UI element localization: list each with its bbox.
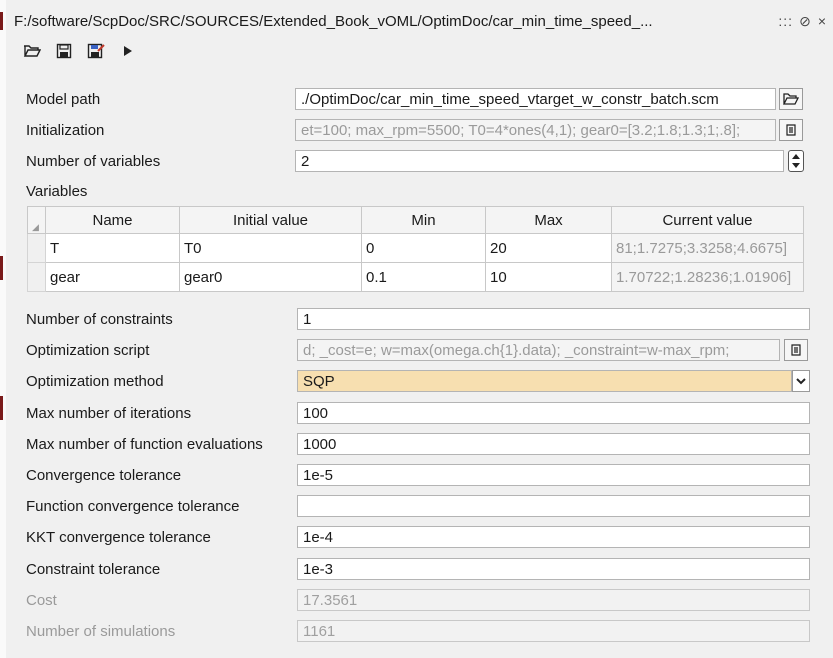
cell-initial-value[interactable]: gear0 — [179, 262, 362, 292]
close-icon[interactable]: × — [818, 13, 827, 29]
cell-current-value: 81;1.7275;3.3258;4.6675] — [611, 233, 804, 263]
browse-folder-button[interactable] — [779, 88, 803, 110]
max-fev-field[interactable]: 1000 — [297, 433, 810, 455]
model-path-field[interactable]: ./OptimDoc/car_min_time_speed_vtarget_w_… — [295, 88, 776, 110]
kkt-tol-field[interactable]: 1e-4 — [297, 526, 810, 548]
num-constraints-row: Number of constraints 1 — [22, 308, 811, 332]
constr-tol-field[interactable]: 1e-3 — [297, 558, 810, 580]
fconv-tol-field[interactable] — [297, 495, 810, 517]
left-marker — [0, 396, 3, 420]
cell-name[interactable]: T — [45, 233, 180, 263]
spin-up-icon[interactable] — [792, 154, 800, 159]
cost-row: Cost 17.3561 — [22, 589, 811, 613]
num-constraints-label: Number of constraints — [26, 311, 173, 328]
num-sims-row: Number of simulations 1161 — [22, 620, 811, 644]
table-row: gear gear0 0.1 10 1.70722;1.28236;1.0190… — [27, 262, 804, 292]
model-path-row: Model path ./OptimDoc/car_min_time_speed… — [22, 88, 811, 112]
cell-current-value: 1.70722;1.28236;1.01906] — [611, 262, 804, 292]
cell-initial-value[interactable]: T0 — [179, 233, 362, 263]
row-header[interactable] — [27, 233, 46, 263]
initialization-field[interactable]: et=100; max_rpm=5500; T0=4*ones(4,1); ge… — [295, 119, 776, 141]
help-icon[interactable]: ⊘ — [799, 13, 812, 30]
table-header-row: ◢ Name Initial value Min Max Current val… — [27, 206, 804, 234]
max-iter-field[interactable]: 100 — [297, 402, 810, 424]
opt-script-field[interactable]: d; _cost=e; w=max(omega.ch{1}.data); _co… — [297, 339, 780, 361]
folder-open-icon — [783, 93, 799, 105]
constr-tol-label: Constraint tolerance — [26, 561, 161, 578]
cell-min[interactable]: 0.1 — [361, 262, 486, 292]
column-header-initial-value[interactable]: Initial value — [179, 206, 362, 234]
drag-handle-icon[interactable]: ::: — [778, 13, 793, 29]
initialization-row: Initialization et=100; max_rpm=5500; T0=… — [22, 119, 811, 143]
max-fev-label: Max number of function evaluations — [26, 436, 263, 453]
column-header-name[interactable]: Name — [45, 206, 180, 234]
fconv-tol-label: Function convergence tolerance — [26, 498, 240, 515]
variables-row: Variables — [22, 180, 811, 204]
num-variables-spinner[interactable] — [788, 150, 804, 172]
conv-tol-field[interactable]: 1e-5 — [297, 464, 810, 486]
left-edge — [0, 0, 6, 658]
opt-method-row: Optimization method SQP — [22, 370, 811, 394]
edit-initialization-button[interactable] — [779, 119, 803, 141]
constr-tol-row: Constraint tolerance 1e-3 — [22, 558, 811, 582]
max-iter-label: Max number of iterations — [26, 405, 192, 422]
max-iter-row: Max number of iterations 100 — [22, 402, 811, 426]
table-row: T T0 0 20 81;1.7275;3.3258;4.6675] — [27, 233, 804, 263]
num-sims-field: 1161 — [297, 620, 810, 642]
window-title: F:/software/ScpDoc/SRC/SOURCES/Extended_… — [14, 12, 653, 30]
kkt-tol-label: KKT convergence tolerance — [26, 529, 211, 546]
opt-method-select[interactable]: SQP — [297, 370, 792, 392]
column-header-min[interactable]: Min — [361, 206, 486, 234]
kkt-tol-row: KKT convergence tolerance 1e-4 — [22, 526, 811, 550]
opt-script-label: Optimization script — [26, 342, 150, 359]
left-marker — [0, 256, 3, 280]
opt-script-row: Optimization script d; _cost=e; w=max(om… — [22, 339, 811, 363]
edit-script-button[interactable] — [784, 339, 808, 361]
column-header-current-value[interactable]: Current value — [611, 206, 804, 234]
left-marker — [0, 12, 3, 30]
title-bar: F:/software/ScpDoc/SRC/SOURCES/Extended_… — [14, 6, 827, 36]
cell-min[interactable]: 0 — [361, 233, 486, 263]
cell-max[interactable]: 10 — [485, 262, 612, 292]
spin-down-icon[interactable] — [792, 163, 800, 168]
fconv-tol-row: Function convergence tolerance — [22, 495, 811, 519]
cell-max[interactable]: 20 — [485, 233, 612, 263]
num-constraints-field[interactable]: 1 — [297, 308, 810, 330]
opt-method-label: Optimization method — [26, 373, 164, 390]
variables-label: Variables — [26, 183, 88, 200]
conv-tol-row: Convergence tolerance 1e-5 — [22, 464, 811, 488]
num-variables-field[interactable]: 2 — [295, 150, 784, 172]
num-sims-label: Number of simulations — [26, 623, 176, 640]
chevron-down-icon[interactable] — [792, 370, 810, 392]
script-icon — [786, 124, 796, 136]
cost-field: 17.3561 — [297, 589, 810, 611]
run-icon[interactable] — [118, 41, 138, 61]
column-header-max[interactable]: Max — [485, 206, 612, 234]
model-path-label: Model path — [26, 91, 101, 108]
toolbar — [22, 38, 138, 64]
cost-label: Cost — [26, 592, 57, 609]
folder-open-icon[interactable] — [22, 41, 42, 61]
conv-tol-label: Convergence tolerance — [26, 467, 182, 484]
num-variables-label: Number of variables — [26, 153, 161, 170]
save-as-icon[interactable] — [86, 41, 106, 61]
save-icon[interactable] — [54, 41, 74, 61]
variables-table: ◢ Name Initial value Min Max Current val… — [27, 206, 804, 292]
table-corner[interactable]: ◢ — [27, 206, 46, 234]
max-fev-row: Max number of function evaluations 1000 — [22, 433, 811, 457]
initialization-label: Initialization — [26, 122, 105, 139]
cell-name[interactable]: gear — [45, 262, 180, 292]
num-variables-row: Number of variables 2 — [22, 150, 811, 174]
script-icon — [791, 344, 801, 356]
row-header[interactable] — [27, 262, 46, 292]
